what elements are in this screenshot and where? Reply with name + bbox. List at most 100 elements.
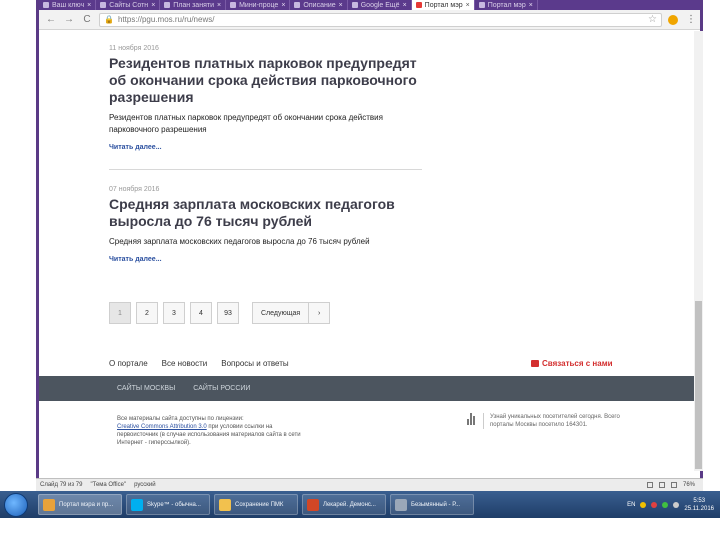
close-tab-icon[interactable]: × [529,2,533,9]
news-lead: Резидентов платных парковок предупредят … [109,113,383,134]
reload-icon[interactable]: C [81,14,93,25]
view-normal-icon[interactable] [646,482,653,488]
tab-label: Сайты Сотн [109,1,149,9]
close-tab-icon[interactable]: × [281,2,285,9]
bookmark-star-icon[interactable]: ☆ [648,14,657,25]
lock-icon: 🔒 [104,15,114,24]
close-tab-icon[interactable]: × [339,2,343,9]
close-tab-icon[interactable]: × [466,2,470,9]
status-lang: русский [134,482,156,488]
taskbar-item[interactable]: Сохранение ПМК [214,494,298,515]
taskbar-item-label: Портал мэра и пр... [59,501,114,508]
left-margin [0,0,36,478]
favicon-icon [230,2,237,8]
news-lead: Средняя зарплата московских педагогов вы… [109,237,370,246]
windows-taskbar: Портал мэра и пр... Skype™ - обычна... Сох… [0,491,720,518]
network-icon[interactable] [662,501,669,508]
close-tab-icon[interactable]: × [403,2,407,9]
taskbar-item-label: Безымянный - Р... [411,501,461,508]
news-item: 07 ноября 2016 Средняя зарплата московск… [109,186,424,266]
page-button-2[interactable]: 2 [136,302,158,324]
status-slide: Слайд 79 из 79 [40,482,83,488]
tab-label: Описание [303,1,336,9]
tab-label: Портал мэр [487,1,526,9]
news-date: 07 ноября 2016 [109,186,160,193]
page-button-4[interactable]: 4 [190,302,212,324]
taskbar-item[interactable]: Портал мэра и пр... [38,494,122,515]
browser-tab[interactable]: План заняти × [160,0,227,10]
taskbar-item[interactable]: Безымянный - Р... [390,494,474,515]
right-margin [703,0,720,478]
forward-arrow-icon[interactable]: → [63,14,75,25]
browser-tab[interactable]: Описание × [290,0,348,10]
menu-icon[interactable]: ⋮ [686,14,696,25]
view-sorter-icon[interactable] [658,482,665,488]
footer-link-about[interactable]: О портале [109,359,148,368]
language-indicator[interactable]: EN [627,502,635,508]
browser-tab[interactable]: Ваш ключ × [39,0,97,10]
close-tab-icon[interactable]: × [151,2,155,9]
back-arrow-icon[interactable]: ← [45,14,57,25]
page-content: 11 ноября 2016 Резидентов платных парков… [39,31,694,478]
page-button-3[interactable]: 3 [163,302,185,324]
favicon-icon [100,2,107,8]
contact-label: Связаться с нами [542,359,613,368]
system-tray: EN 5:53 25.11.2016 [627,497,720,513]
start-button-icon[interactable] [4,493,28,517]
browser-tab[interactable]: Мини-проце × [226,0,291,10]
app-icon [395,498,407,511]
tab-strip: Ваш ключ × Сайты Сотн × План заняти × Мини-про… [39,0,700,10]
news-title[interactable]: Резидентов платных парковок предупредят … [109,55,424,106]
read-more-link[interactable]: Читать далее... [109,256,162,263]
tab-label: Google Ещё [360,1,400,9]
favicon-icon [294,2,301,8]
scrollbar-thumb[interactable] [695,301,702,469]
favicon-icon [415,2,422,8]
taskbar-item-label: Сохранение ПМК [235,501,284,508]
tab-label: Портал мэр [424,1,463,9]
app-icon [131,498,143,511]
browser-window: Ваш ключ × Сайты Сотн × План заняти × Мини-про… [36,0,703,478]
browser-toolbar: ← → C 🔒 https://pgu.mos.ru/ru/news/ ☆ ⋮ [39,10,700,30]
footer-link-news[interactable]: Все новости [162,359,208,368]
tab-label: План заняти [173,1,214,9]
view-reading-icon[interactable] [670,482,677,488]
license-link[interactable]: Creative Commons Attribution 3.0 [117,424,207,430]
next-page-button[interactable]: Следующая [252,302,310,324]
news-title[interactable]: Средняя зарплата московских педагогов вы… [109,196,424,230]
news-item: 11 ноября 2016 Резидентов платных парков… [109,45,424,154]
favicon-icon [351,2,358,8]
tray-app-icon[interactable] [640,501,647,508]
page-button-1[interactable]: 1 [109,302,131,324]
read-more-link[interactable]: Читать далее... [109,144,162,151]
favicon-icon [164,2,171,8]
status-bar: Слайд 79 из 79 "Тема Office" русский 76% [36,478,703,491]
extension-icon[interactable] [668,14,678,25]
page-button-last[interactable]: 93 [217,302,239,324]
volume-icon[interactable] [673,501,680,508]
close-tab-icon[interactable]: × [87,2,91,9]
taskbar-item[interactable]: Лекарей. Демонс... [302,494,386,515]
url-text[interactable]: https://pgu.mos.ru/ru/news/ [118,15,644,24]
divider [109,169,422,170]
next-arrow-button[interactable]: › [308,302,331,324]
browser-tab[interactable]: Google Ещё × [348,0,412,10]
browser-tab[interactable]: Портал мэр × [475,0,538,10]
taskbar-item[interactable]: Skype™ - обычна... [126,494,210,515]
stats-text: Узнай уникальных посетителей сегодня. Вс… [483,413,623,429]
moscow-sites-link[interactable]: САЙТЫ МОСКВЫ [117,385,175,392]
tab-label: Ваш ключ [52,1,85,9]
bottom-margin [0,518,720,540]
footer-link-faq[interactable]: Вопросы и ответы [221,359,288,368]
browser-tab[interactable]: Портал мэр × [411,0,475,10]
browser-tab[interactable]: Сайты Сотн × [96,0,161,10]
russia-sites-link[interactable]: САЙТЫ РОССИИ [193,385,250,392]
clock[interactable]: 5:53 25.11.2016 [684,497,714,513]
tray-app-icon[interactable] [651,501,658,508]
scrollbar[interactable] [694,31,703,471]
address-bar[interactable]: 🔒 https://pgu.mos.ru/ru/news/ ☆ [99,12,662,27]
contact-link[interactable]: Связаться с нами [531,359,613,368]
app-icon [307,498,319,511]
tab-label: Мини-проце [239,1,279,9]
close-tab-icon[interactable]: × [217,2,221,9]
